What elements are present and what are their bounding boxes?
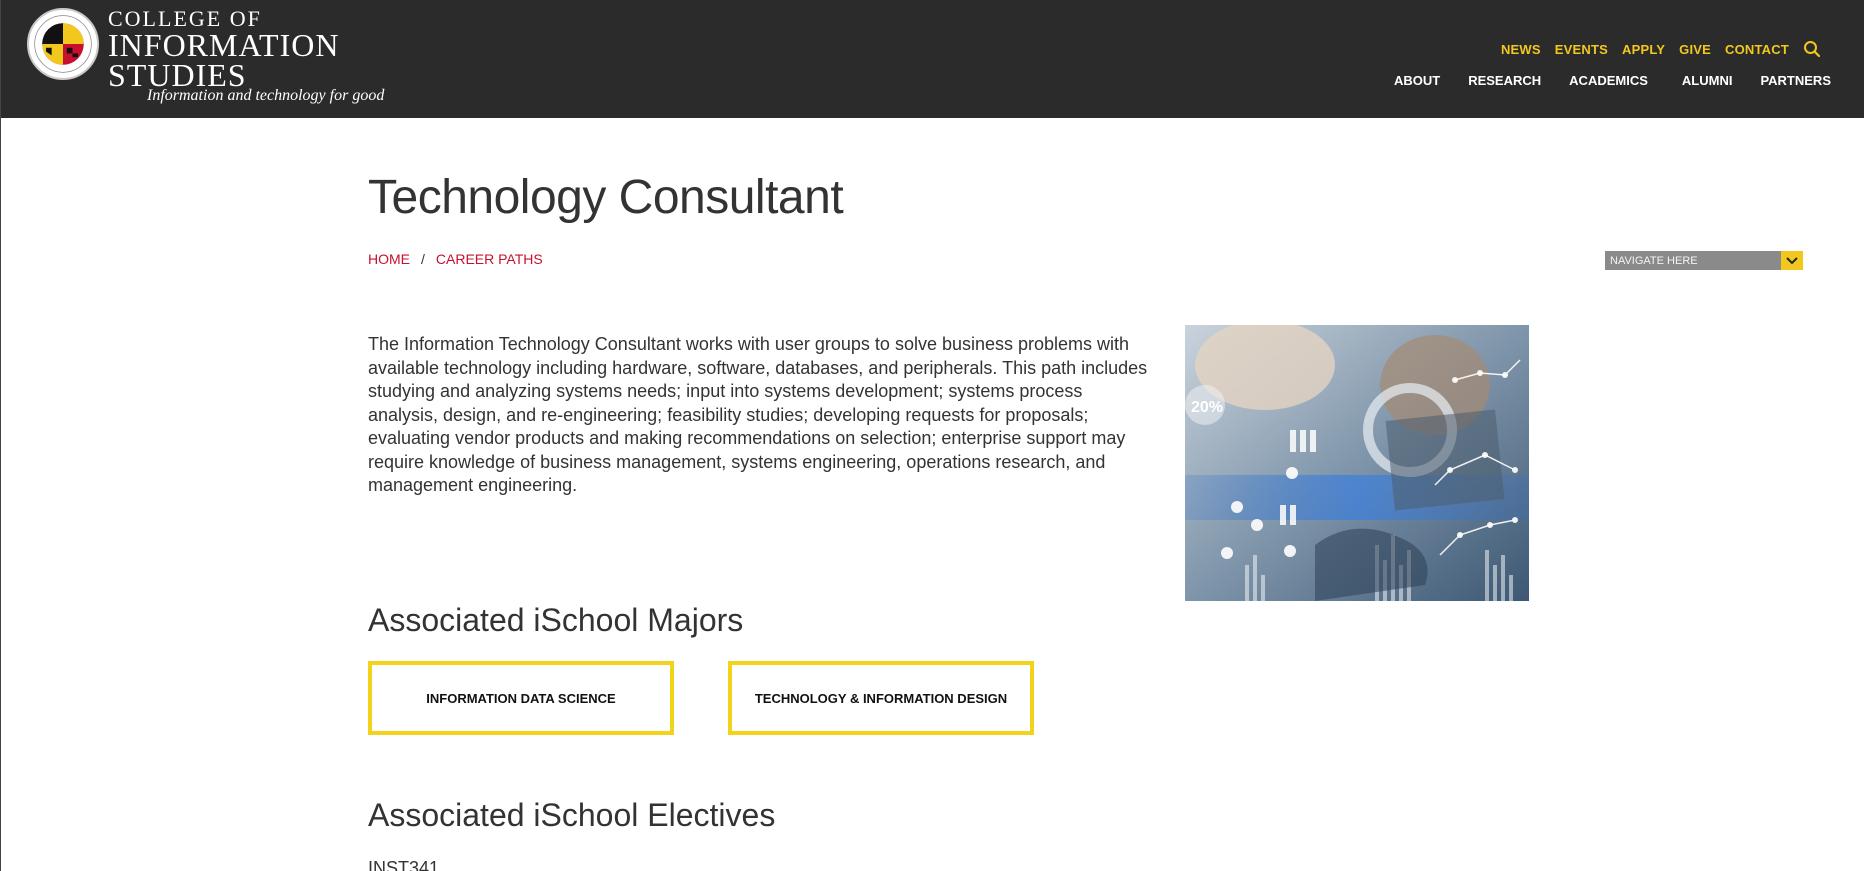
utility-link-apply[interactable]: APPLY [1622,42,1665,57]
majors-heading: Associated iSchool Majors [368,602,744,638]
main-nav-research[interactable]: RESEARCH [1468,73,1541,88]
search-icon[interactable] [1803,40,1821,58]
utility-link-contact[interactable]: CONTACT [1725,42,1789,57]
page-title: Technology Consultant [368,171,844,224]
navigate-select-value: NAVIGATE HERE [1610,254,1698,267]
electives-heading: Associated iSchool Electives [368,797,776,833]
university-seal-logo[interactable] [27,8,99,80]
main-nav-partners[interactable]: PARTNERS [1760,73,1831,88]
utility-nav: NEWS EVENTS APPLY GIVE CONTACT [1501,40,1821,58]
career-description: The Information Technology Consultant wo… [368,334,1148,495]
site-header: COLLEGE OF INFORMATION STUDIES Informati… [1,0,1864,118]
major-information-data-science-button[interactable]: INFORMATION DATA SCIENCE [368,661,674,735]
tagline: Information and technology for good [147,87,385,104]
main-nav-alumni[interactable]: ALUMNI [1682,73,1733,88]
breadcrumb: HOME / CAREER PATHS [368,251,543,267]
main-nav: ABOUT RESEARCH ACADEMICS ALUMNI PARTNERS [1394,73,1831,88]
breadcrumb-home-link[interactable]: HOME [368,251,410,267]
wordmark-line-3: STUDIES [108,57,247,93]
main-nav-about[interactable]: ABOUT [1394,73,1440,88]
main-nav-academics[interactable]: ACADEMICS [1569,73,1648,88]
technology-consultant-image: 20% [1185,325,1529,601]
major-technology-information-design-button[interactable]: TECHNOLOGY & INFORMATION DESIGN [728,661,1034,735]
utility-link-events[interactable]: EVENTS [1555,42,1608,57]
breadcrumb-career-paths-link[interactable]: CAREER PATHS [436,251,543,267]
utility-link-give[interactable]: GIVE [1679,42,1711,57]
utility-link-news[interactable]: NEWS [1501,42,1541,57]
breadcrumb-separator: / [421,251,425,267]
elective-item[interactable]: INST341 [368,858,439,871]
hero-percent-label: 20% [1191,399,1223,416]
navigate-here-select[interactable]: NAVIGATE HERE [1605,251,1803,270]
college-wordmark[interactable]: COLLEGE OF INFORMATION STUDIES [108,8,340,93]
wordmark-line-2: INFORMATION [108,27,340,63]
chevron-down-icon[interactable] [1781,251,1803,270]
